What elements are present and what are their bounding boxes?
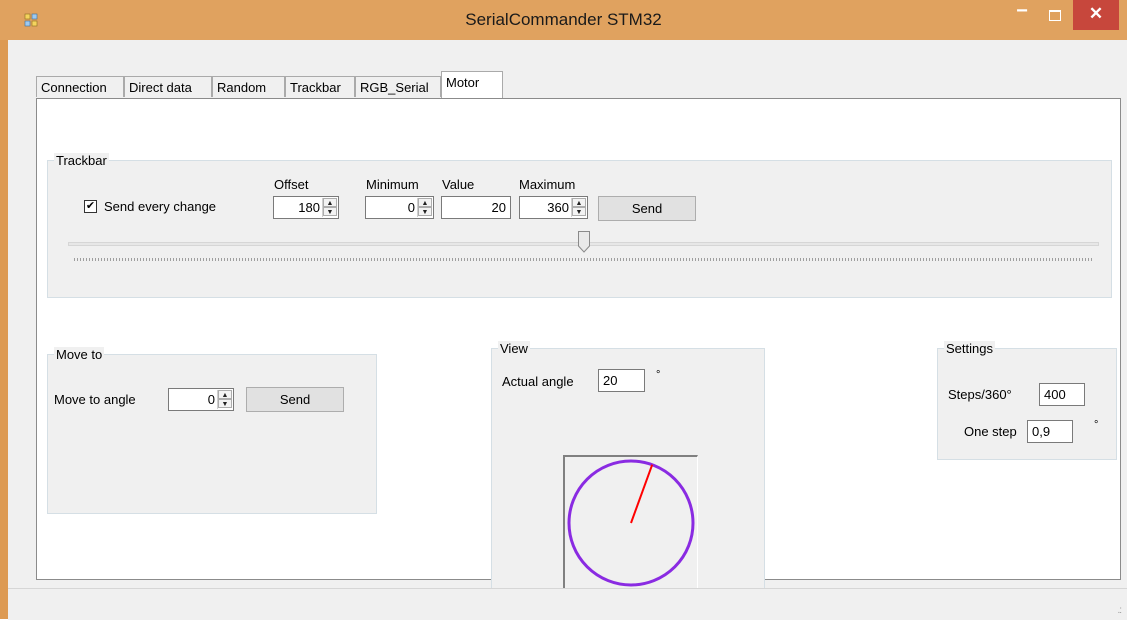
window-title: SerialCommander STM32 — [465, 10, 662, 29]
move-to-group-title: Move to — [54, 347, 105, 362]
dial-needle — [630, 464, 654, 524]
minimum-value: 0 — [407, 200, 415, 215]
send-every-change-checkbox[interactable]: ✔ — [84, 200, 97, 213]
tab-trackbar[interactable]: Trackbar — [285, 76, 355, 97]
value-field[interactable]: 20 — [441, 196, 511, 219]
trackbar-group-title: Trackbar — [54, 153, 109, 168]
spin-up-icon[interactable]: ▲ — [323, 198, 337, 207]
offset-label: Offset — [274, 177, 309, 192]
angle-view-canvas — [563, 455, 698, 590]
offset-value: 180 — [298, 200, 320, 215]
move-to-angle-numeric[interactable]: 0 ▲ ▼ — [168, 388, 234, 411]
spin-up-icon[interactable]: ▲ — [418, 198, 432, 207]
tab-motor[interactable]: Motor — [441, 71, 503, 98]
tab-connection[interactable]: Connection — [36, 76, 124, 97]
one-step-label: One step — [964, 424, 1017, 439]
maximize-button[interactable] — [1040, 0, 1070, 30]
spin-down-icon[interactable]: ▼ — [323, 207, 337, 216]
view-group-title: View — [498, 341, 530, 356]
actual-angle-label: Actual angle — [502, 374, 574, 389]
actual-angle-field[interactable]: 20 — [598, 369, 645, 392]
title-bar[interactable]: SerialCommander STM32 − ✕ — [0, 0, 1127, 40]
resize-grip-icon[interactable]: .: — [1117, 605, 1121, 616]
one-step-field[interactable]: 0,9 — [1027, 420, 1073, 443]
client-area: Connection Direct data Random Trackbar R… — [8, 40, 1127, 620]
move-to-angle-value: 0 — [207, 392, 215, 407]
maximum-label: Maximum — [519, 177, 576, 192]
minimum-spinner[interactable]: ▲ ▼ — [417, 198, 432, 217]
minimize-button[interactable]: − — [1007, 0, 1037, 30]
minimum-numeric[interactable]: 0 ▲ ▼ — [365, 196, 434, 219]
app-window: SerialCommander STM32 − ✕ Connection Dir… — [0, 0, 1127, 620]
status-bar: .: — [8, 588, 1127, 620]
one-step-degree-symbol: ° — [1094, 419, 1099, 431]
move-to-group: Move to Move to angle 0 ▲ ▼ Send — [47, 347, 377, 514]
trackbar-group: Trackbar ✔ Send every change Offset 180 … — [47, 153, 1112, 298]
maximum-spinner[interactable]: ▲ ▼ — [571, 198, 586, 217]
maximize-icon — [1049, 10, 1061, 21]
spin-up-icon[interactable]: ▲ — [218, 390, 232, 399]
minimum-label: Minimum — [366, 177, 419, 192]
steps-per-360-label: Steps/360° — [948, 387, 1012, 402]
trackbar-send-button[interactable]: Send — [598, 196, 696, 221]
steps-per-360-field[interactable]: 400 — [1039, 383, 1085, 406]
spin-up-icon[interactable]: ▲ — [572, 198, 586, 207]
value-label: Value — [442, 177, 475, 192]
offset-numeric[interactable]: 180 ▲ ▼ — [273, 196, 339, 219]
spin-down-icon[interactable]: ▼ — [418, 207, 432, 216]
angle-dial — [567, 459, 695, 587]
send-every-change-label: Send every change — [104, 199, 217, 214]
tab-random[interactable]: Random — [212, 76, 285, 97]
settings-group-title: Settings — [944, 341, 995, 356]
tab-direct-data[interactable]: Direct data — [124, 76, 212, 97]
motor-tab-page: Trackbar ✔ Send every change Offset 180 … — [36, 98, 1121, 599]
move-to-angle-spinner[interactable]: ▲ ▼ — [217, 390, 232, 409]
spin-down-icon[interactable]: ▼ — [218, 399, 232, 408]
trackbar-thumb[interactable] — [577, 231, 590, 253]
actual-angle-degree-symbol: ° — [656, 369, 661, 381]
offset-spinner[interactable]: ▲ ▼ — [322, 198, 337, 217]
view-group: View Actual angle 20 ° — [491, 341, 765, 599]
spin-down-icon[interactable]: ▼ — [572, 207, 586, 216]
move-to-angle-label: Move to angle — [54, 392, 136, 407]
trackbar-ticks — [74, 258, 1092, 261]
settings-group: Settings Steps/360° 400 One step 0,9 ° — [937, 341, 1117, 460]
move-to-send-button[interactable]: Send — [246, 387, 344, 412]
maximum-value: 360 — [547, 200, 569, 215]
close-button[interactable]: ✕ — [1073, 0, 1119, 30]
maximum-numeric[interactable]: 360 ▲ ▼ — [519, 196, 588, 219]
tab-rgb-serial[interactable]: RGB_Serial — [355, 76, 441, 97]
